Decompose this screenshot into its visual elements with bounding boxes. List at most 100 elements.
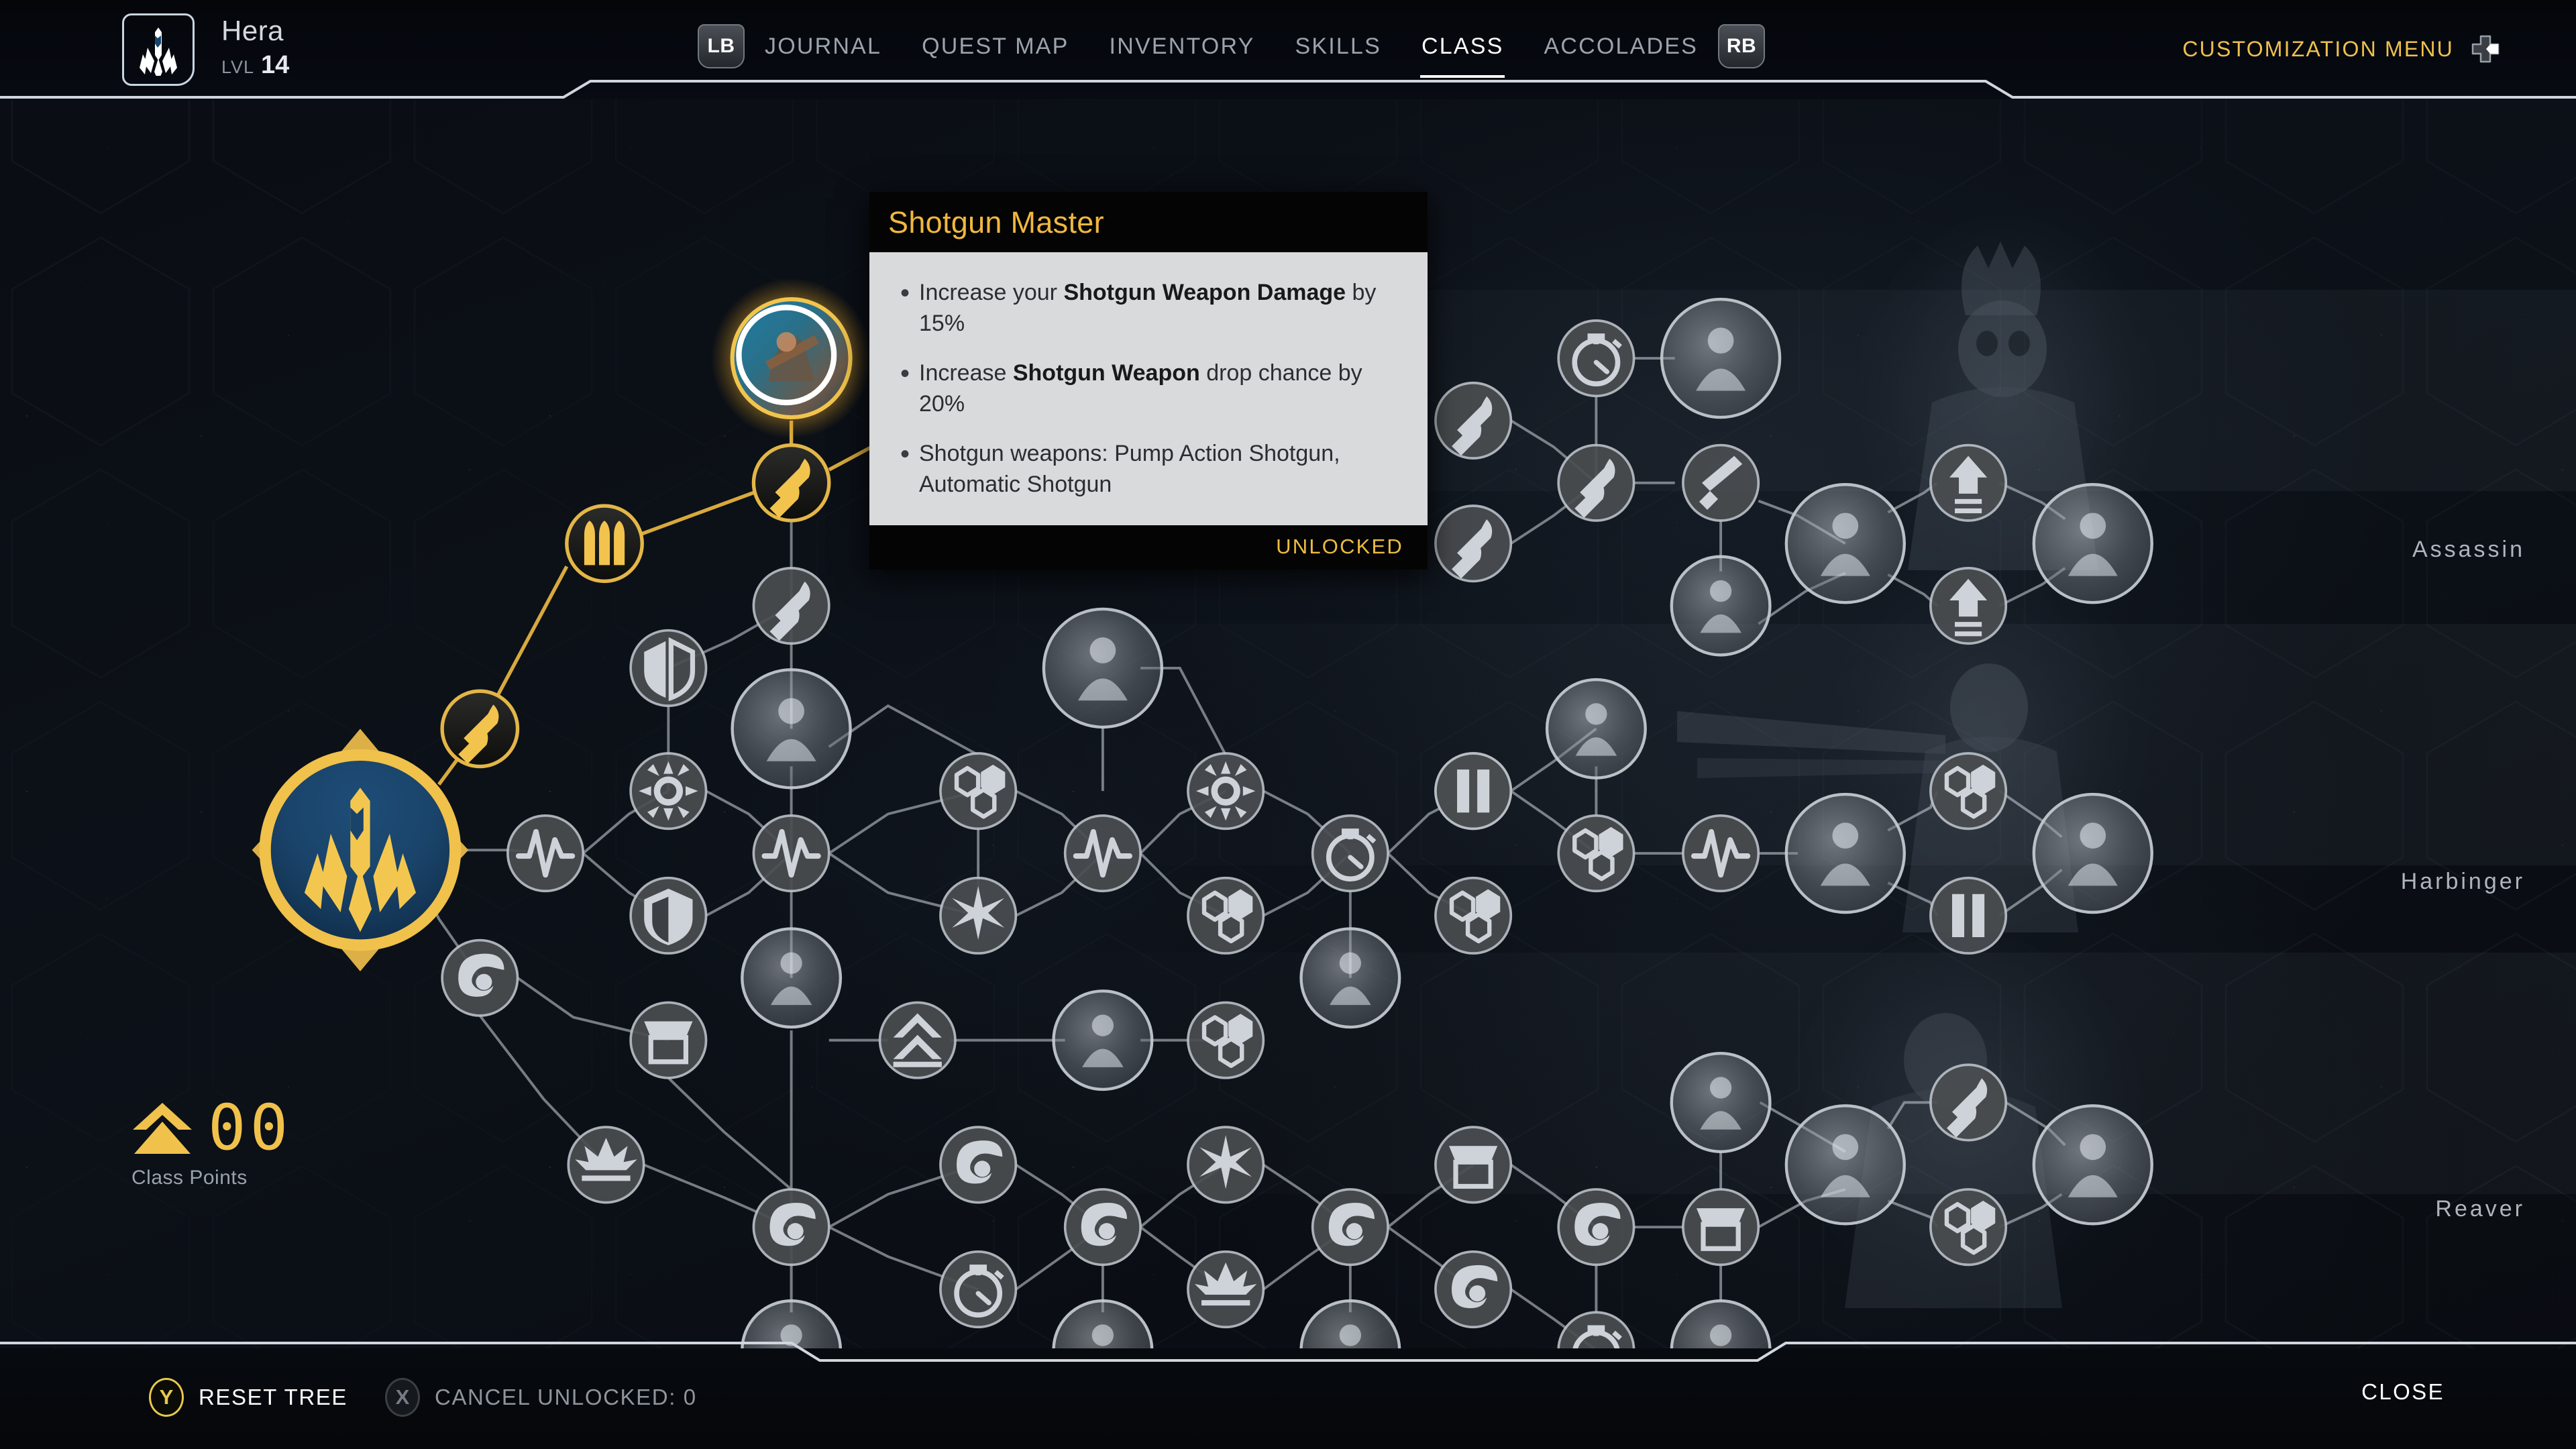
tree-node-n9[interactable] (939, 752, 1018, 830)
customization-menu-button[interactable]: CUSTOMIZATION MENU (2182, 32, 2502, 66)
status-badge: UNLOCKED (1276, 535, 1403, 559)
tree-node-n4[interactable] (440, 689, 520, 769)
tree-node-n39[interactable] (1052, 1299, 1154, 1348)
close-button[interactable]: CLOSE (2361, 1379, 2445, 1405)
tree-node-n7[interactable] (731, 668, 852, 790)
tooltip-bullet: Shotgun weapons: Pump Action Shotgun, Au… (892, 437, 1405, 500)
level-label: LVL (221, 57, 255, 77)
tree-node-n28[interactable] (567, 1126, 645, 1204)
tree-node-root[interactable] (252, 729, 469, 971)
tree-node-n57[interactable] (1929, 752, 2008, 830)
tree-node-n3[interactable] (565, 504, 644, 584)
tree-node-n2[interactable] (751, 443, 831, 523)
tree-node-n25[interactable] (1187, 1001, 1265, 1079)
left-bumper-button[interactable]: LB (698, 24, 745, 68)
tree-node-n54[interactable] (1557, 814, 1635, 893)
tree-node-n16[interactable] (1187, 752, 1265, 830)
tree-node-n30[interactable] (939, 1126, 1018, 1204)
tree-node-n24[interactable] (1052, 989, 1154, 1091)
tree-node-n65[interactable] (1929, 1188, 2008, 1267)
skill-tooltip: Shotgun Master Increase your Shotgun Wea… (869, 192, 1428, 570)
tree-node-n43[interactable] (1434, 381, 1513, 460)
customization-menu-label: CUSTOMIZATION MENU (2182, 36, 2454, 61)
tab-quest-map[interactable]: QUEST MAP (902, 24, 1089, 68)
class-tree-screen: Hera LVL 14 LB JOURNAL QUEST MAP INVENTORY… (0, 0, 2576, 1449)
tree-node-n53[interactable] (1434, 752, 1513, 830)
tab-journal[interactable]: JOURNAL (745, 24, 902, 68)
tree-node-n63[interactable] (1682, 1188, 1760, 1267)
tree-node-n47[interactable] (1670, 555, 1772, 657)
tab-accolades[interactable]: ACCOLADES (1523, 24, 1718, 68)
top-navigation-bar: Hera LVL 14 LB JOURNAL QUEST MAP INVENTORY… (0, 0, 2576, 99)
reset-tree-button-glyph[interactable]: Y (149, 1378, 184, 1417)
tree-node-n52[interactable] (1545, 678, 1647, 780)
main-tab-nav[interactable]: LB JOURNAL QUEST MAP INVENTORY SKILLS CLASS A… (698, 24, 1766, 78)
tree-node-n18[interactable] (1311, 814, 1389, 893)
tree-node-n40[interactable] (1299, 1299, 1401, 1348)
tree-node-n22[interactable] (741, 927, 843, 1029)
tree-node-n38[interactable] (741, 1299, 843, 1348)
tree-node-n59[interactable] (2032, 792, 2153, 914)
tree-node-n66[interactable] (2032, 1104, 2153, 1226)
tree-node-n42[interactable] (1660, 297, 1782, 419)
class-band-harbinger: Harbinger (2400, 869, 2525, 894)
tree-node-n58[interactable] (1929, 876, 2008, 955)
tab-skills[interactable]: SKILLS (1275, 24, 1401, 68)
header-frame-divider (0, 80, 2576, 99)
tree-node-n21[interactable] (1299, 927, 1401, 1029)
tree-node-n34[interactable] (1187, 1250, 1265, 1329)
tree-node-n37[interactable] (1434, 1250, 1513, 1329)
right-bumper-button[interactable]: RB (1718, 24, 1766, 68)
tooltip-footer: UNLOCKED (869, 525, 1428, 570)
tree-node-n41[interactable] (1557, 319, 1635, 398)
tree-node-n27[interactable] (629, 1001, 708, 1079)
tree-node-n10[interactable] (506, 814, 585, 893)
class-emblem-badge (122, 13, 195, 86)
tree-node-n48[interactable] (1784, 483, 1906, 604)
bullets-icon (584, 521, 625, 566)
tree-node-n23[interactable] (878, 1001, 957, 1079)
tree-node-n49[interactable] (1929, 443, 2008, 522)
tree-node-n32[interactable] (1063, 1188, 1142, 1267)
tree-node-n64[interactable] (1784, 1104, 1906, 1226)
tree-node-n26[interactable] (441, 938, 519, 1017)
tree-node-n17[interactable] (1187, 876, 1265, 955)
reset-tree-label[interactable]: RESET TREE (199, 1385, 347, 1410)
tree-node-n15[interactable] (1063, 814, 1142, 893)
tree-node-n36[interactable] (1434, 1126, 1513, 1204)
tree-node-n60[interactable] (1670, 1051, 1772, 1153)
tree-node-n67[interactable] (1557, 1311, 1635, 1348)
tree-node-n11[interactable] (629, 752, 708, 830)
tree-node-n31[interactable] (939, 1250, 1018, 1329)
tree-node-n33[interactable] (1187, 1126, 1265, 1204)
tree-node-n29[interactable] (752, 1188, 830, 1267)
tree-node-n12[interactable] (629, 876, 708, 955)
tree-node-n35[interactable] (1311, 1188, 1389, 1267)
tree-node-n51[interactable] (2032, 483, 2153, 604)
tree-node-n56[interactable] (1784, 792, 1906, 914)
tree-node-n46[interactable] (1682, 443, 1760, 522)
tree-node-n20[interactable] (1434, 876, 1513, 955)
bottom-action-bar: Y RESET TREE X CANCEL UNLOCKED: 0 CLOSE (0, 1342, 2576, 1449)
tab-inventory[interactable]: INVENTORY (1089, 24, 1275, 68)
tree-node-n14[interactable] (939, 876, 1018, 955)
tree-node-n44[interactable] (1434, 504, 1513, 583)
tree-node-n68[interactable] (1670, 1299, 1772, 1348)
tree-node-n1-selected[interactable] (710, 278, 872, 439)
tree-node-n13[interactable] (752, 814, 830, 893)
tree-node-n61[interactable] (1929, 1063, 2008, 1142)
tree-node-n45[interactable] (1557, 443, 1635, 522)
tree-node-n50[interactable] (1929, 567, 2008, 645)
tree-node-n55[interactable] (1682, 814, 1760, 893)
tree-node-n5[interactable] (752, 567, 830, 645)
class-band-assassin: Assassin (2412, 537, 2525, 562)
cancel-unlocked-label[interactable]: CANCEL UNLOCKED: 0 (435, 1385, 697, 1410)
character-name: Hera (221, 15, 284, 46)
tree-node-n8[interactable] (1042, 607, 1164, 729)
tab-class[interactable]: CLASS (1401, 24, 1524, 78)
tree-node-n6[interactable] (629, 629, 708, 707)
cancel-unlocked-button-glyph[interactable]: X (385, 1378, 421, 1417)
tree-node-n62[interactable] (1557, 1188, 1635, 1267)
tooltip-body: Increase your Shotgun Weapon Damage by 1… (869, 252, 1428, 526)
class-band-reaver: Reaver (2435, 1196, 2525, 1222)
